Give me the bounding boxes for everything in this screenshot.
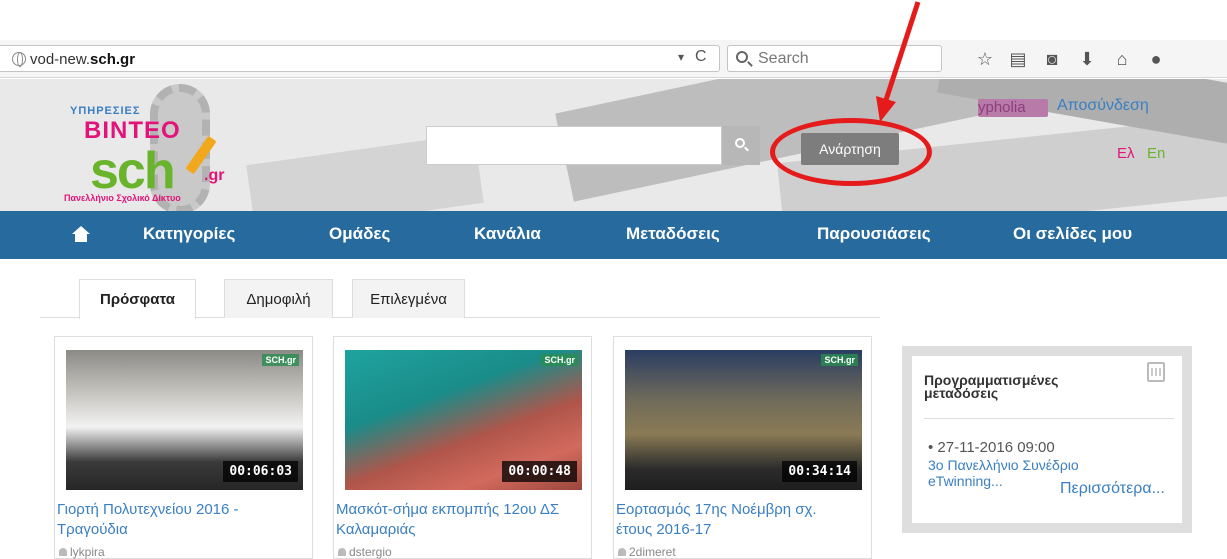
search-placeholder: Search: [758, 50, 809, 67]
home-icon[interactable]: ⌂: [1112, 49, 1132, 69]
download-icon[interactable]: ⬇: [1077, 49, 1097, 69]
user-icon: [618, 548, 626, 556]
video-duration: 00:06:03: [223, 461, 298, 482]
broadcast-date: • 27-11-2016 09:00: [928, 439, 1055, 456]
user-icon: [59, 548, 67, 556]
logo-line: .gr: [204, 167, 225, 184]
tab-popular[interactable]: Δημοφιλή: [224, 279, 333, 318]
tab-featured[interactable]: Επιλεγμένα: [352, 279, 465, 318]
video-duration: 00:34:14: [782, 461, 857, 482]
nav-item-categories[interactable]: Κατηγορίες: [143, 224, 235, 244]
annotation-arrow-icon: [876, 1, 921, 122]
video-thumbnail[interactable]: SCH.gr 00:06:03: [66, 350, 303, 490]
logo-line: sch: [90, 142, 176, 200]
home-icon[interactable]: [72, 226, 90, 242]
logout-link[interactable]: Αποσύνδεση: [1057, 97, 1149, 115]
logo-tagline: Πανελλήνιο Σχολικό Δίκτυο: [64, 193, 181, 203]
nav-item-my-pages[interactable]: Οι σελίδες μου: [1013, 224, 1132, 244]
language-el-link[interactable]: Ελ: [1117, 145, 1135, 162]
video-user-name: dstergio: [349, 545, 392, 559]
site-logo[interactable]: ΥΠΗΡΕΣΙΕΣ ΒΙΝΤΕΟ sch .gr Πανελλήνιο Σχολ…: [64, 105, 239, 210]
video-title[interactable]: Γιορτή Πολυτεχνείου 2016 - Τραγούδια: [57, 500, 297, 540]
more-link[interactable]: Περισσότερα...: [1060, 480, 1165, 498]
video-user[interactable]: dstergio: [338, 545, 392, 559]
address-bar[interactable]: vod-new.sch.gr ▾ C: [0, 45, 720, 72]
search-icon: [736, 51, 748, 63]
home-icon-roof: [72, 226, 90, 234]
video-card[interactable]: SCH.gr 00:06:03 Γιορτή Πολυτεχνείου 2016…: [54, 336, 313, 559]
calendar-icon: [1147, 362, 1165, 382]
nav-item-channels[interactable]: Κανάλια: [474, 224, 541, 244]
search-icon: [735, 138, 745, 148]
nav-item-broadcasts[interactable]: Μεταδόσεις: [626, 224, 720, 244]
video-user-name: lykpira: [70, 545, 105, 559]
site-search-input[interactable]: [426, 126, 722, 165]
user-icon: [338, 548, 346, 556]
logo-line: ΥΠΗΡΕΣΙΕΣ: [70, 105, 141, 117]
site-header: ΥΠΗΡΕΣΙΕΣ ΒΙΝΤΕΟ sch .gr Πανελλήνιο Σχολ…: [0, 79, 1227, 211]
video-user-name: 2dimeret: [629, 545, 676, 559]
url-dropdown-icon[interactable]: ▾: [678, 50, 684, 64]
video-title[interactable]: Εορτασμός 17ης Νοέμβρη σχ. έτους 2016-17: [616, 500, 856, 540]
watermark: SCH.gr: [541, 354, 578, 366]
sidebar-title: Προγραμματισμένες μεταδόσεις: [924, 372, 1059, 401]
video-user[interactable]: lykpira: [59, 545, 105, 559]
main-nav: Κατηγορίες Ομάδες Κανάλια Μεταδόσεις Παρ…: [0, 211, 1227, 259]
tab-recent[interactable]: Πρόσφατα: [79, 279, 196, 319]
reload-icon[interactable]: C: [695, 48, 707, 66]
home-icon-base: [75, 234, 87, 242]
language-en-link[interactable]: En: [1147, 145, 1165, 162]
nav-item-presentations[interactable]: Παρουσιάσεις: [817, 224, 931, 244]
chat-icon[interactable]: ●: [1146, 49, 1166, 69]
watermark: SCH.gr: [262, 354, 299, 366]
star-icon[interactable]: ☆: [975, 49, 995, 69]
scheduled-broadcasts-box: Προγραμματισμένες μεταδόσεις • 27-11-201…: [902, 346, 1192, 533]
video-duration: 00:00:48: [502, 461, 577, 482]
reading-list-icon[interactable]: ▤: [1008, 49, 1028, 69]
watermark: SCH.gr: [821, 354, 858, 366]
url-text: vod-new.sch.gr: [30, 51, 136, 68]
video-thumbnail[interactable]: SCH.gr 00:00:48: [345, 350, 582, 490]
user-name[interactable]: ypholia: [978, 99, 1048, 117]
site-search-button[interactable]: [722, 126, 760, 165]
video-thumbnail[interactable]: SCH.gr 00:34:14: [625, 350, 862, 490]
browser-toolbar: vod-new.sch.gr ▾ C Search ☆ ▤ ◙ ⬇ ⌂ ●: [0, 40, 1227, 78]
video-card[interactable]: SCH.gr 00:34:14 Εορτασμός 17ης Νοέμβρη σ…: [613, 336, 872, 559]
divider: [924, 418, 1174, 419]
video-user[interactable]: 2dimeret: [618, 545, 676, 559]
nav-item-groups[interactable]: Ομάδες: [329, 224, 390, 244]
pocket-icon[interactable]: ◙: [1042, 49, 1062, 69]
video-card[interactable]: SCH.gr 00:00:48 Μασκότ-σήμα εκπομπής 12ο…: [333, 336, 592, 559]
globe-icon: [12, 52, 26, 67]
video-title[interactable]: Μασκότ-σήμα εκπομπής 12ου ΔΣ Καλαμαριάς: [336, 500, 576, 540]
